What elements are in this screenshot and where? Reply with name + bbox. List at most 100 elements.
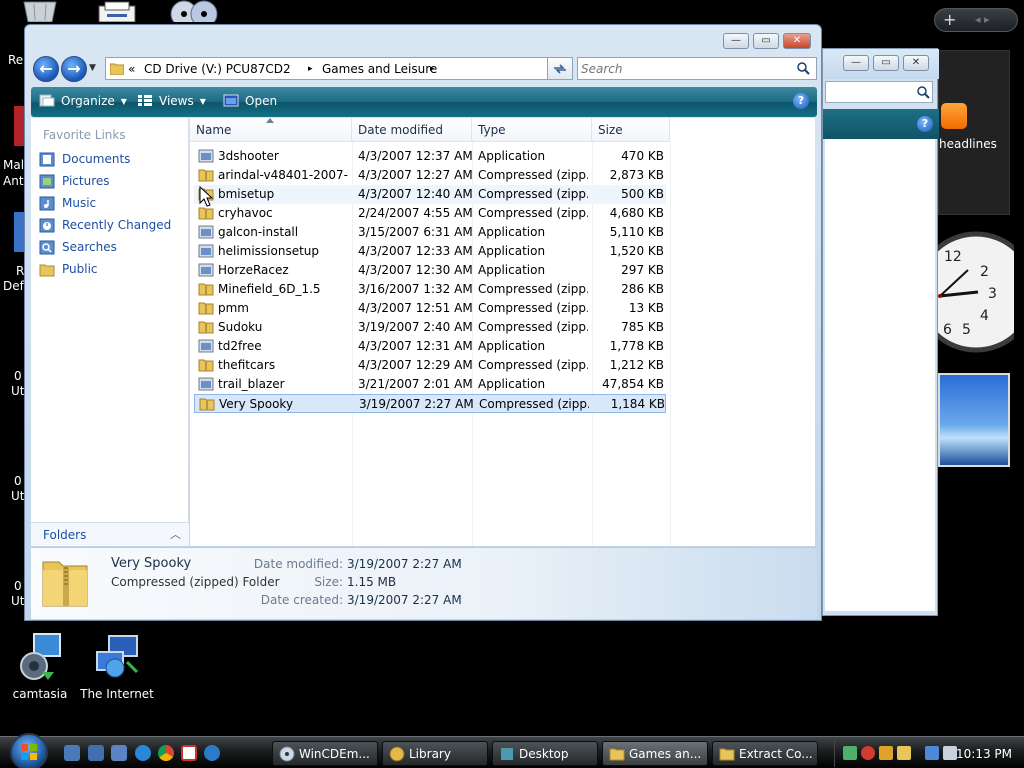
taskbar-button-extract-compressed[interactable]: Extract Co... bbox=[712, 741, 818, 766]
table-row[interactable]: cryhavoc 2/24/2007 4:55 AM Compressed (zip… bbox=[194, 204, 666, 223]
switch-windows-icon[interactable] bbox=[88, 745, 104, 761]
system-clock[interactable]: 10:13 PM bbox=[956, 747, 1012, 761]
rss-icon bbox=[941, 103, 967, 129]
show-desktop-icon[interactable] bbox=[64, 745, 80, 761]
sidebar-item-label: Searches bbox=[62, 240, 117, 254]
zip-folder-icon bbox=[198, 321, 214, 334]
taskbar-button-label: Library bbox=[409, 747, 451, 761]
sidebar-controls[interactable]: + ◂ ▸ bbox=[934, 8, 1018, 32]
table-row[interactable]: arindal-v48401-2007-0... 4/3/2007 12:27 A… bbox=[194, 166, 666, 185]
search-box[interactable] bbox=[577, 57, 817, 80]
help-icon[interactable]: ? bbox=[793, 93, 809, 109]
column-header-type[interactable]: Type bbox=[472, 118, 592, 142]
views-button[interactable]: Views ▼ bbox=[137, 94, 206, 108]
search-input[interactable] bbox=[581, 60, 791, 77]
table-row[interactable]: pmm 4/3/2007 12:51 AM Compressed (zipp... 1… bbox=[194, 299, 666, 318]
column-header-label: Date modified bbox=[358, 123, 444, 137]
chrome-icon[interactable] bbox=[158, 745, 174, 761]
desktop-icon-the-internet[interactable]: The Internet bbox=[77, 632, 157, 701]
messenger-icon[interactable] bbox=[204, 745, 220, 761]
background-search-box[interactable] bbox=[825, 81, 933, 103]
minimize-button[interactable]: — bbox=[723, 33, 749, 49]
disc-drive-icon[interactable] bbox=[168, 0, 220, 22]
refresh-button[interactable] bbox=[547, 57, 573, 80]
taskbar-button-library[interactable]: Library bbox=[382, 741, 488, 766]
forward-button[interactable]: → bbox=[61, 56, 87, 82]
table-row[interactable]: galcon-install 3/15/2007 6:31 AM Applicati… bbox=[194, 223, 666, 242]
desktop-icon-camtasia[interactable]: camtasia bbox=[0, 632, 80, 701]
network-icon[interactable] bbox=[111, 745, 127, 761]
breadcrumb-games-and-leisure[interactable]: Games and Leisure bbox=[322, 62, 437, 76]
taskbar-button-desktop[interactable]: Desktop bbox=[492, 741, 598, 766]
desktop-label-fragment: 0 bbox=[14, 474, 22, 488]
table-row[interactable]: trail_blazer 3/21/2007 2:01 AM Application… bbox=[194, 375, 666, 394]
sidebar-item-recently-changed[interactable]: Recently Changed bbox=[39, 216, 187, 236]
taskbar-button-games-and-leisure[interactable]: Games an... bbox=[602, 741, 708, 766]
table-row[interactable]: HorzeRacez 4/3/2007 12:30 AM Application 29… bbox=[194, 261, 666, 280]
gadget-nav-arrows-icon[interactable]: ◂ ▸ bbox=[975, 13, 990, 26]
internet-explorer-icon[interactable] bbox=[135, 745, 151, 761]
close-button[interactable]: ✕ bbox=[903, 55, 929, 71]
maximize-button[interactable]: ▭ bbox=[873, 55, 899, 71]
file-date-modified: 4/3/2007 12:51 AM bbox=[358, 301, 473, 315]
printer-icon[interactable] bbox=[97, 0, 137, 22]
explorer-window[interactable]: — ▭ ✕ ← → ▼ « CD Drive (V:) PCU87CD2 ▸ G… bbox=[24, 24, 822, 621]
breadcrumb-overflow[interactable]: « bbox=[128, 62, 135, 76]
sidebar-item-pictures[interactable]: Pictures bbox=[39, 172, 187, 192]
tray-app-icon[interactable] bbox=[843, 746, 857, 760]
minimize-button[interactable]: — bbox=[843, 55, 869, 71]
breadcrumb-cd-drive[interactable]: CD Drive (V:) PCU87CD2 bbox=[144, 62, 291, 76]
address-bar[interactable]: « CD Drive (V:) PCU87CD2 ▸ Games and Lei… bbox=[105, 57, 571, 80]
size-value: 1.15 MB bbox=[347, 575, 397, 589]
file-type: Compressed (zipp... bbox=[478, 206, 588, 220]
organize-button[interactable]: Organize ▼ bbox=[39, 94, 127, 108]
sidebar-item-music[interactable]: Music bbox=[39, 194, 187, 214]
clock-gadget[interactable]: 12 2 3 456 bbox=[938, 230, 1014, 354]
zip-folder-icon bbox=[198, 302, 214, 315]
start-button[interactable] bbox=[10, 733, 48, 768]
recycle-bin-icon[interactable] bbox=[20, 0, 60, 22]
maximize-button[interactable]: ▭ bbox=[753, 33, 779, 49]
gmail-icon[interactable] bbox=[181, 745, 197, 761]
add-gadget-icon[interactable]: + bbox=[943, 10, 956, 29]
table-row[interactable]: Minefield_6D_1.5 3/16/2007 1:32 AM Compres… bbox=[194, 280, 666, 299]
recent-pages-dropdown-icon[interactable]: ▼ bbox=[89, 63, 96, 73]
searches-icon bbox=[39, 240, 55, 255]
back-button[interactable]: ← bbox=[33, 56, 59, 82]
breadcrumb-separator[interactable]: ▸ bbox=[308, 64, 313, 74]
svg-text:6: 6 bbox=[943, 322, 952, 338]
file-size: 1,520 KB bbox=[609, 244, 664, 258]
tray-blocked-icon[interactable] bbox=[861, 746, 875, 760]
help-icon[interactable]: ? bbox=[917, 116, 933, 132]
background-window[interactable]: — ▭ ✕ ? bbox=[822, 48, 939, 616]
table-row[interactable]: Very Spooky 3/19/2007 2:27 AM Compressed (… bbox=[194, 394, 666, 413]
network-status-icon[interactable] bbox=[925, 746, 939, 760]
sidebar-item-documents[interactable]: Documents bbox=[39, 150, 187, 170]
date-created-label: Date created: bbox=[260, 593, 343, 607]
organize-icon bbox=[39, 94, 55, 107]
slideshow-gadget[interactable] bbox=[938, 373, 1010, 467]
table-row[interactable]: 3dshooter 4/3/2007 12:37 AM Application 470… bbox=[194, 147, 666, 166]
close-button[interactable]: ✕ bbox=[783, 33, 811, 49]
feed-headlines-gadget[interactable]: headlines bbox=[938, 50, 1010, 215]
table-row[interactable]: helimissionsetup 4/3/2007 12:33 AM Applica… bbox=[194, 242, 666, 261]
table-row[interactable]: bmisetup 4/3/2007 12:40 AM Compressed (zip… bbox=[194, 185, 666, 204]
taskbar-button-wincdemu[interactable]: WinCDEm... bbox=[272, 741, 378, 766]
file-date-modified: 4/3/2007 12:29 AM bbox=[358, 358, 473, 372]
folders-toggle[interactable]: Folders ︿ bbox=[31, 522, 189, 546]
tray-folder-icon[interactable] bbox=[897, 746, 911, 760]
table-row[interactable]: Sudoku 3/19/2007 2:40 AM Compressed (zipp.… bbox=[194, 318, 666, 337]
sidebar-item-public[interactable]: Public bbox=[39, 260, 187, 280]
column-header-size[interactable]: Size bbox=[592, 118, 670, 142]
search-icon[interactable] bbox=[796, 61, 810, 75]
sidebar-item-searches[interactable]: Searches bbox=[39, 238, 187, 258]
table-row[interactable]: td2free 4/3/2007 12:31 AM Application 1,778… bbox=[194, 337, 666, 356]
breadcrumb-separator[interactable]: ▸ bbox=[430, 64, 435, 74]
column-header-date-modified[interactable]: Date modified bbox=[352, 118, 472, 142]
open-button[interactable]: Open bbox=[223, 94, 277, 108]
file-name: pmm bbox=[218, 301, 249, 315]
tray-warning-icon[interactable] bbox=[879, 746, 893, 760]
volume-muted-icon[interactable] bbox=[943, 746, 957, 760]
table-row[interactable]: thefitcars 4/3/2007 12:29 AM Compressed (z… bbox=[194, 356, 666, 375]
background-window-titlebar[interactable]: — ▭ ✕ bbox=[823, 49, 939, 79]
